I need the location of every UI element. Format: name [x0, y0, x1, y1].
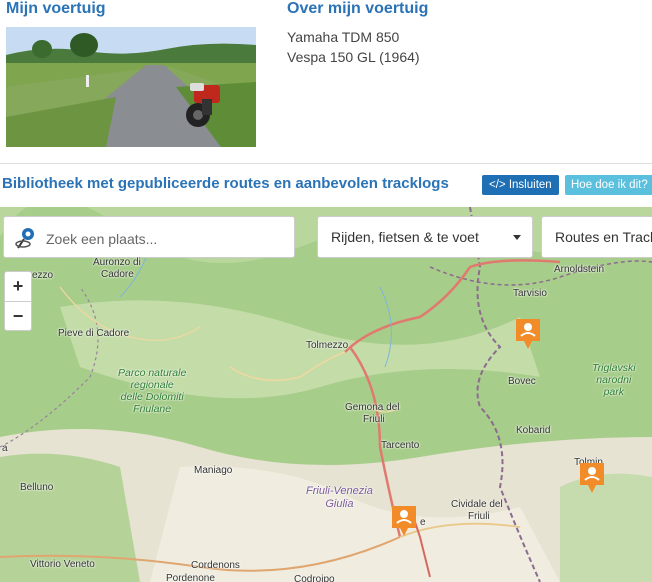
zoom-in-button[interactable]: + — [5, 272, 31, 302]
vehicle-list: Yamaha TDM 850 Vespa 150 GL (1964) — [287, 27, 420, 67]
map-label: Pieve di Cadore — [58, 328, 130, 339]
map-label: Cordenons — [191, 560, 240, 571]
about-vehicle-heading: Over mijn voertuig — [287, 0, 429, 17]
activity-filter-select[interactable]: Rijden, fietsen & te voet — [317, 216, 533, 258]
map-label: Kobarid — [516, 425, 551, 436]
vehicle-photo — [6, 27, 256, 147]
location-pin-icon — [15, 228, 34, 249]
section-divider — [0, 163, 652, 164]
route-marker-icon[interactable] — [580, 463, 604, 493]
map-label: ezzo — [32, 270, 54, 281]
map-label: Friuli — [468, 511, 490, 522]
vehicle-item: Yamaha TDM 850 — [287, 29, 400, 45]
chevron-down-icon — [513, 235, 521, 240]
park-label: Parco naturale regionale delle Dolomiti … — [118, 367, 187, 415]
map-label: Pordenone — [166, 573, 215, 582]
map-label: Cadore — [101, 269, 134, 280]
map-label: Belluno — [20, 482, 54, 493]
route-marker-icon[interactable] — [516, 319, 540, 349]
library-title: Bibliotheek met gepubliceerde routes en … — [2, 175, 449, 192]
zoom-control: + − — [4, 271, 32, 331]
route-map[interactable]: Rijden, fietsen & te voet Routes en Trac… — [0, 207, 652, 582]
map-label: a — [2, 443, 8, 454]
route-marker-icon[interactable] — [392, 506, 416, 536]
park-label: Triglavski narodni park — [592, 362, 636, 398]
howto-button[interactable]: Hoe doe ik dit? — [565, 175, 652, 195]
vehicle-heading: Mijn voertuig — [6, 0, 106, 17]
map-label: Maniago — [194, 465, 233, 476]
code-icon: </> — [489, 179, 506, 191]
place-search-input[interactable] — [44, 226, 288, 252]
map-label: Arnoldstein — [554, 264, 605, 275]
zoom-out-button[interactable]: − — [5, 302, 31, 331]
map-label: Tolmezzo — [306, 340, 349, 351]
activity-filter-value: Rijden, fietsen & te voet — [331, 229, 479, 245]
map-label: Auronzo di — [93, 257, 141, 268]
map-label: Cividale del — [451, 499, 503, 510]
map-label: Codroipo — [294, 574, 335, 582]
embed-label: Insluiten — [508, 179, 552, 191]
map-label: Vittorio Veneto — [30, 559, 95, 570]
map-label: Gemona del — [345, 402, 400, 413]
map-label: e — [420, 517, 426, 528]
map-label: Bovec — [508, 376, 536, 387]
place-search — [3, 216, 295, 258]
map-label: Tarvisio — [513, 288, 547, 299]
region-label: Friuli-Venezia Giulia — [306, 485, 373, 510]
type-filter-value: Routes en Tracklogs — [555, 229, 652, 245]
map-label: Friuli — [363, 414, 385, 425]
type-filter-select[interactable]: Routes en Tracklogs — [541, 216, 652, 258]
vehicle-item: Vespa 150 GL (1964) — [287, 49, 420, 65]
map-label: Tarcento — [381, 440, 420, 451]
embed-button[interactable]: </> Insluiten — [482, 175, 559, 195]
